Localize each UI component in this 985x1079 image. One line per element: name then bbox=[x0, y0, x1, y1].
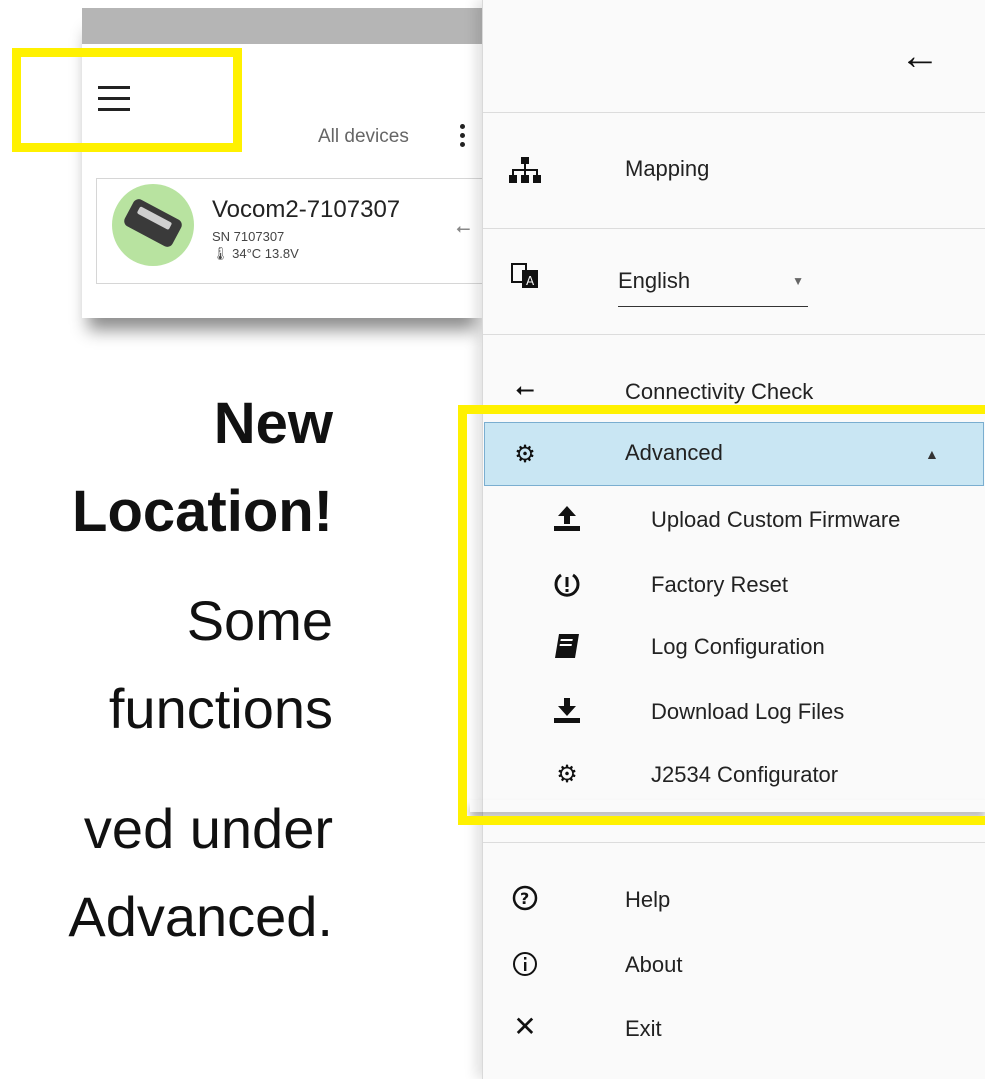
translate-icon: A bbox=[505, 262, 545, 301]
device-stats: 🌡 34°C 13.8V bbox=[212, 246, 299, 262]
svg-text:A: A bbox=[526, 274, 535, 288]
callout-line-1: New bbox=[213, 391, 333, 456]
device-serial: SN 7107307 bbox=[212, 229, 285, 244]
thermometer-icon: 🌡 bbox=[212, 246, 229, 261]
info-icon bbox=[505, 951, 545, 984]
help-icon: ? bbox=[505, 885, 545, 918]
more-options-icon[interactable] bbox=[458, 124, 466, 150]
callout-line-5: ved under bbox=[83, 797, 333, 860]
all-devices-filter[interactable]: All devices bbox=[318, 126, 409, 148]
arrow-left-icon[interactable]: ← bbox=[900, 34, 940, 79]
menu-item-mapping[interactable]: Mapping bbox=[625, 156, 709, 182]
device-avatar bbox=[112, 184, 194, 266]
callout-line-2: Location! bbox=[72, 479, 333, 544]
sitemap-icon bbox=[505, 156, 545, 193]
hamburger-highlight bbox=[12, 48, 242, 152]
callout-line-3: Some bbox=[186, 589, 333, 652]
callout-line-6: Advanced. bbox=[68, 885, 333, 948]
language-value: English bbox=[618, 268, 691, 293]
close-icon: ✕ bbox=[513, 1011, 537, 1042]
divider bbox=[483, 334, 985, 335]
svg-text:?: ? bbox=[520, 889, 529, 908]
divider bbox=[483, 112, 985, 113]
menu-item-help[interactable]: Help bbox=[625, 887, 670, 913]
device-name: Vocom2-7107307 bbox=[212, 196, 401, 223]
usb-icon: ⭠ bbox=[515, 376, 535, 403]
divider bbox=[483, 842, 985, 843]
usb-connection-icon: ⭠ bbox=[456, 218, 471, 238]
device-panel-topbar bbox=[82, 8, 482, 44]
menu-item-connectivity-check[interactable]: Connectivity Check bbox=[625, 379, 813, 405]
advanced-highlight bbox=[458, 405, 985, 825]
callout-line-4: functions bbox=[108, 677, 333, 740]
menu-item-about[interactable]: About bbox=[625, 952, 683, 978]
language-select[interactable]: English ▼ bbox=[618, 262, 808, 307]
menu-item-exit[interactable]: Exit bbox=[625, 1016, 662, 1042]
device-stats-text: 34°C 13.8V bbox=[232, 246, 299, 261]
divider bbox=[483, 228, 985, 229]
chevron-down-icon: ▼ bbox=[792, 274, 804, 288]
